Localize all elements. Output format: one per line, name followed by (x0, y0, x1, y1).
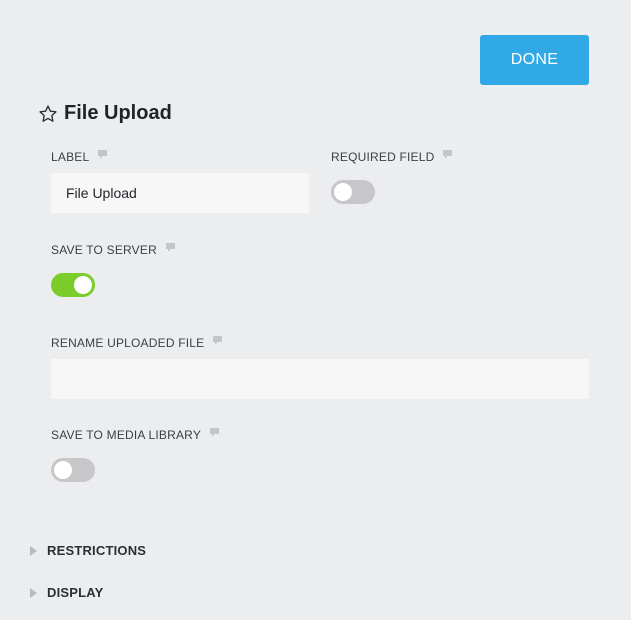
done-button[interactable]: DONE (480, 35, 589, 85)
page-title: File Upload (64, 102, 172, 124)
label-input[interactable] (51, 173, 309, 213)
rename-uploaded-file-input[interactable] (51, 359, 589, 399)
save-to-media-library-label: SAVE TO MEDIA LIBRARY (51, 427, 220, 442)
help-bubble-icon[interactable] (212, 335, 223, 346)
star-outline-icon[interactable] (38, 104, 58, 124)
required-field-label: REQUIRED FIELD (331, 149, 453, 164)
label-field-label: LABEL (51, 149, 108, 164)
caret-right-icon (30, 587, 37, 598)
toggle-knob (334, 183, 352, 201)
help-bubble-icon[interactable] (165, 242, 176, 253)
required-field-toggle[interactable] (331, 180, 375, 204)
rename-uploaded-file-label: RENAME UPLOADED FILE (51, 335, 223, 350)
help-bubble-icon[interactable] (209, 427, 220, 438)
save-to-server-toggle[interactable] (51, 273, 95, 297)
help-bubble-icon[interactable] (442, 149, 453, 160)
save-to-media-library-toggle[interactable] (51, 458, 95, 482)
section-restrictions[interactable]: RESTRICTIONS (30, 543, 146, 558)
section-display[interactable]: DISPLAY (30, 585, 104, 600)
toggle-knob (74, 276, 92, 294)
toggle-knob (54, 461, 72, 479)
panel-header: File Upload (38, 102, 172, 125)
help-bubble-icon[interactable] (97, 149, 108, 160)
save-to-server-label: SAVE TO SERVER (51, 242, 176, 257)
caret-right-icon (30, 545, 37, 556)
